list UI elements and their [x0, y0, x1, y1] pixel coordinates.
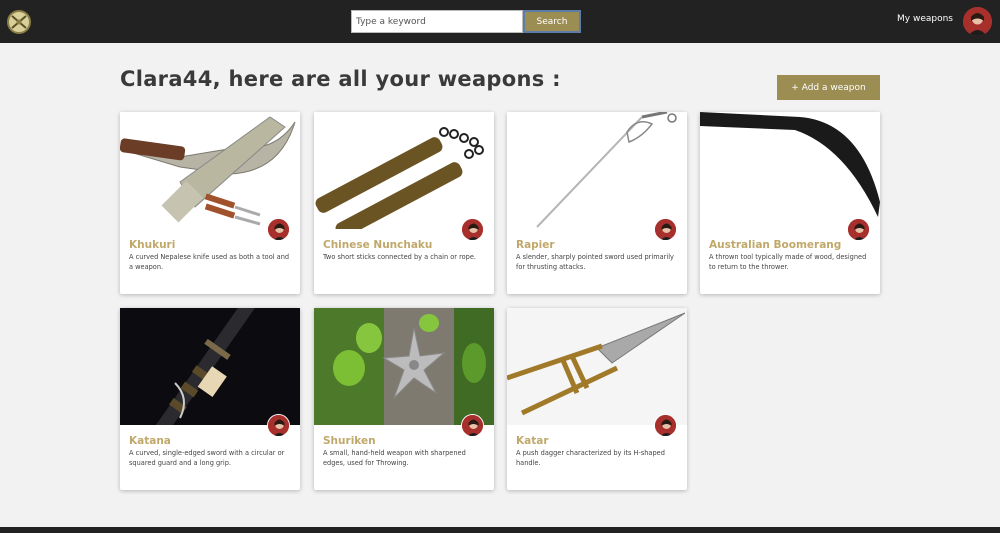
- weapon-name: Australian Boomerang: [709, 239, 842, 251]
- weapon-name: Katar: [516, 435, 549, 447]
- page-title: Clara44, here are all your weapons :: [120, 67, 561, 91]
- weapon-card[interactable]: Rapier A slender, sharply pointed sword …: [507, 112, 687, 294]
- katana-image: [120, 308, 300, 425]
- owner-avatar[interactable]: [461, 414, 484, 437]
- weapon-name: Shuriken: [323, 435, 376, 447]
- weapon-name: Chinese Nunchaku: [323, 239, 433, 251]
- weapon-card[interactable]: Australian Boomerang A thrown tool typic…: [700, 112, 880, 294]
- khukuri-image: [120, 112, 300, 229]
- weapon-description: A curved, single-edged sword with a circ…: [129, 449, 285, 467]
- rapier-image: [507, 112, 687, 229]
- weapon-card[interactable]: Khukuri A curved Nepalese knife used as …: [120, 112, 300, 294]
- weapon-description: A slender, sharply pointed sword used pr…: [516, 253, 674, 271]
- search-bar: Search: [351, 10, 581, 33]
- search-button[interactable]: Search: [523, 10, 581, 33]
- navbar: Search My weapons: [0, 0, 1000, 43]
- owner-avatar[interactable]: [654, 218, 677, 241]
- weapon-description: A thrown tool typically made of wood, de…: [709, 253, 867, 271]
- owner-avatar[interactable]: [847, 218, 870, 241]
- weapon-card[interactable]: Katana A curved, single-edged sword with…: [120, 308, 300, 490]
- my-weapons-link[interactable]: My weapons: [897, 14, 953, 24]
- weapon-name: Rapier: [516, 239, 555, 251]
- weapon-description: A push dagger characterized by its H-sha…: [516, 449, 665, 467]
- footer: [0, 527, 1000, 533]
- weapon-description: Two short sticks connected by a chain or…: [323, 253, 477, 261]
- owner-avatar[interactable]: [267, 414, 290, 437]
- weapon-description: A curved Nepalese knife used as both a t…: [129, 253, 290, 271]
- weapon-name: Katana: [129, 435, 171, 447]
- weapon-card[interactable]: Chinese Nunchaku Two short sticks connec…: [314, 112, 494, 294]
- boomerang-image: [700, 112, 880, 229]
- user-avatar[interactable]: [963, 7, 992, 36]
- search-input[interactable]: [351, 10, 523, 33]
- owner-avatar[interactable]: [654, 414, 677, 437]
- nunchaku-image: [314, 112, 494, 229]
- add-weapon-button[interactable]: + Add a weapon: [777, 75, 880, 100]
- weapon-card[interactable]: Katar A push dagger characterized by its…: [507, 308, 687, 490]
- owner-avatar[interactable]: [461, 218, 484, 241]
- owner-avatar[interactable]: [267, 218, 290, 241]
- crossed-swords-logo-icon[interactable]: [7, 10, 31, 34]
- weapon-description: A small, hand-held weapon with sharpened…: [323, 449, 466, 467]
- weapon-name: Khukuri: [129, 239, 176, 251]
- katar-image: [507, 308, 687, 425]
- weapon-card[interactable]: Shuriken A small, hand-held weapon with …: [314, 308, 494, 490]
- shuriken-image: [314, 308, 494, 425]
